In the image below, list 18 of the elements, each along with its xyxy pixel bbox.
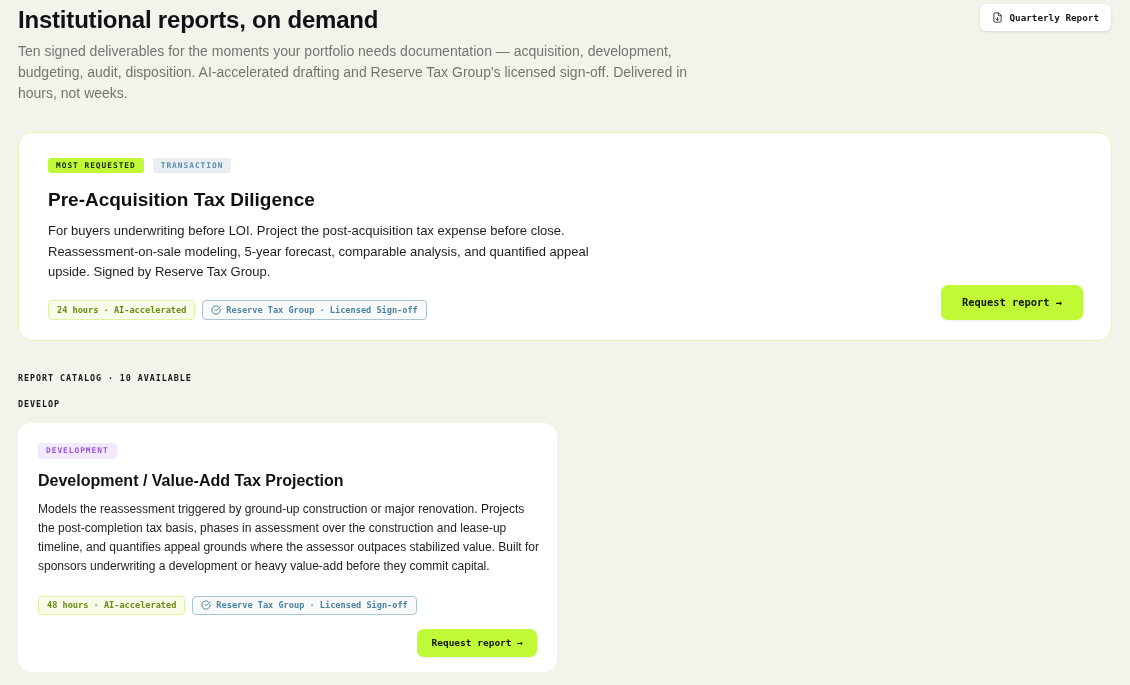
turnaround-chip: 48 hours · AI-accelerated xyxy=(38,595,186,615)
report-title: Pre-Acquisition Tax Diligence xyxy=(48,188,316,212)
catalog-heading: REPORT CATALOG · 10 AVAILABLE xyxy=(18,371,193,384)
report-description: For buyers underwriting before LOI. Project the post-acquisition tax expense before close. Reassessment-on-sale modeling, 5-year forecast, comparable analysis, and quantified appeal upside. Signed by Reserve Tax Group. xyxy=(48,222,590,281)
signoff-label: Reserve Tax Group · Licensed Sign-off xyxy=(226,304,418,315)
signoff-label: Reserve Tax Group · Licensed Sign-off xyxy=(216,600,408,610)
turnaround-chip: 24 hours · AI-accelerated xyxy=(48,299,196,320)
group-label: DEVELOP xyxy=(18,397,61,410)
report-title: Development / Value-Add Tax Projection xyxy=(38,470,345,491)
page-title: Institutional reports, on demand xyxy=(18,5,380,35)
request-report-button[interactable]: Request report → xyxy=(417,628,537,657)
check-circle-icon xyxy=(211,304,222,315)
page-description: Ten signed deliverables for the moments your portfolio needs documentation — acquisition, development, budgeting, audit, disposition. AI-accelerated drafting and Reserve Tax Group's licensed sign-off. Delivered in hours, not weeks. xyxy=(18,42,689,103)
quarterly-report-button[interactable]: Quarterly Report xyxy=(980,4,1111,31)
request-report-button[interactable]: Request report → xyxy=(940,284,1083,320)
file-download-icon xyxy=(992,12,1004,23)
report-description: Models the reassessment triggered by ground-up construction or major renovation. Projects the post-completion tax basis, phases in assessment over the construction and lease-up timeline, and quantifies appeal grounds where the assessor outpaces stabilized value. Built for sponsors underwriting a development or heavy value-add before they commit capital. xyxy=(38,500,540,575)
check-circle-icon xyxy=(201,600,212,610)
